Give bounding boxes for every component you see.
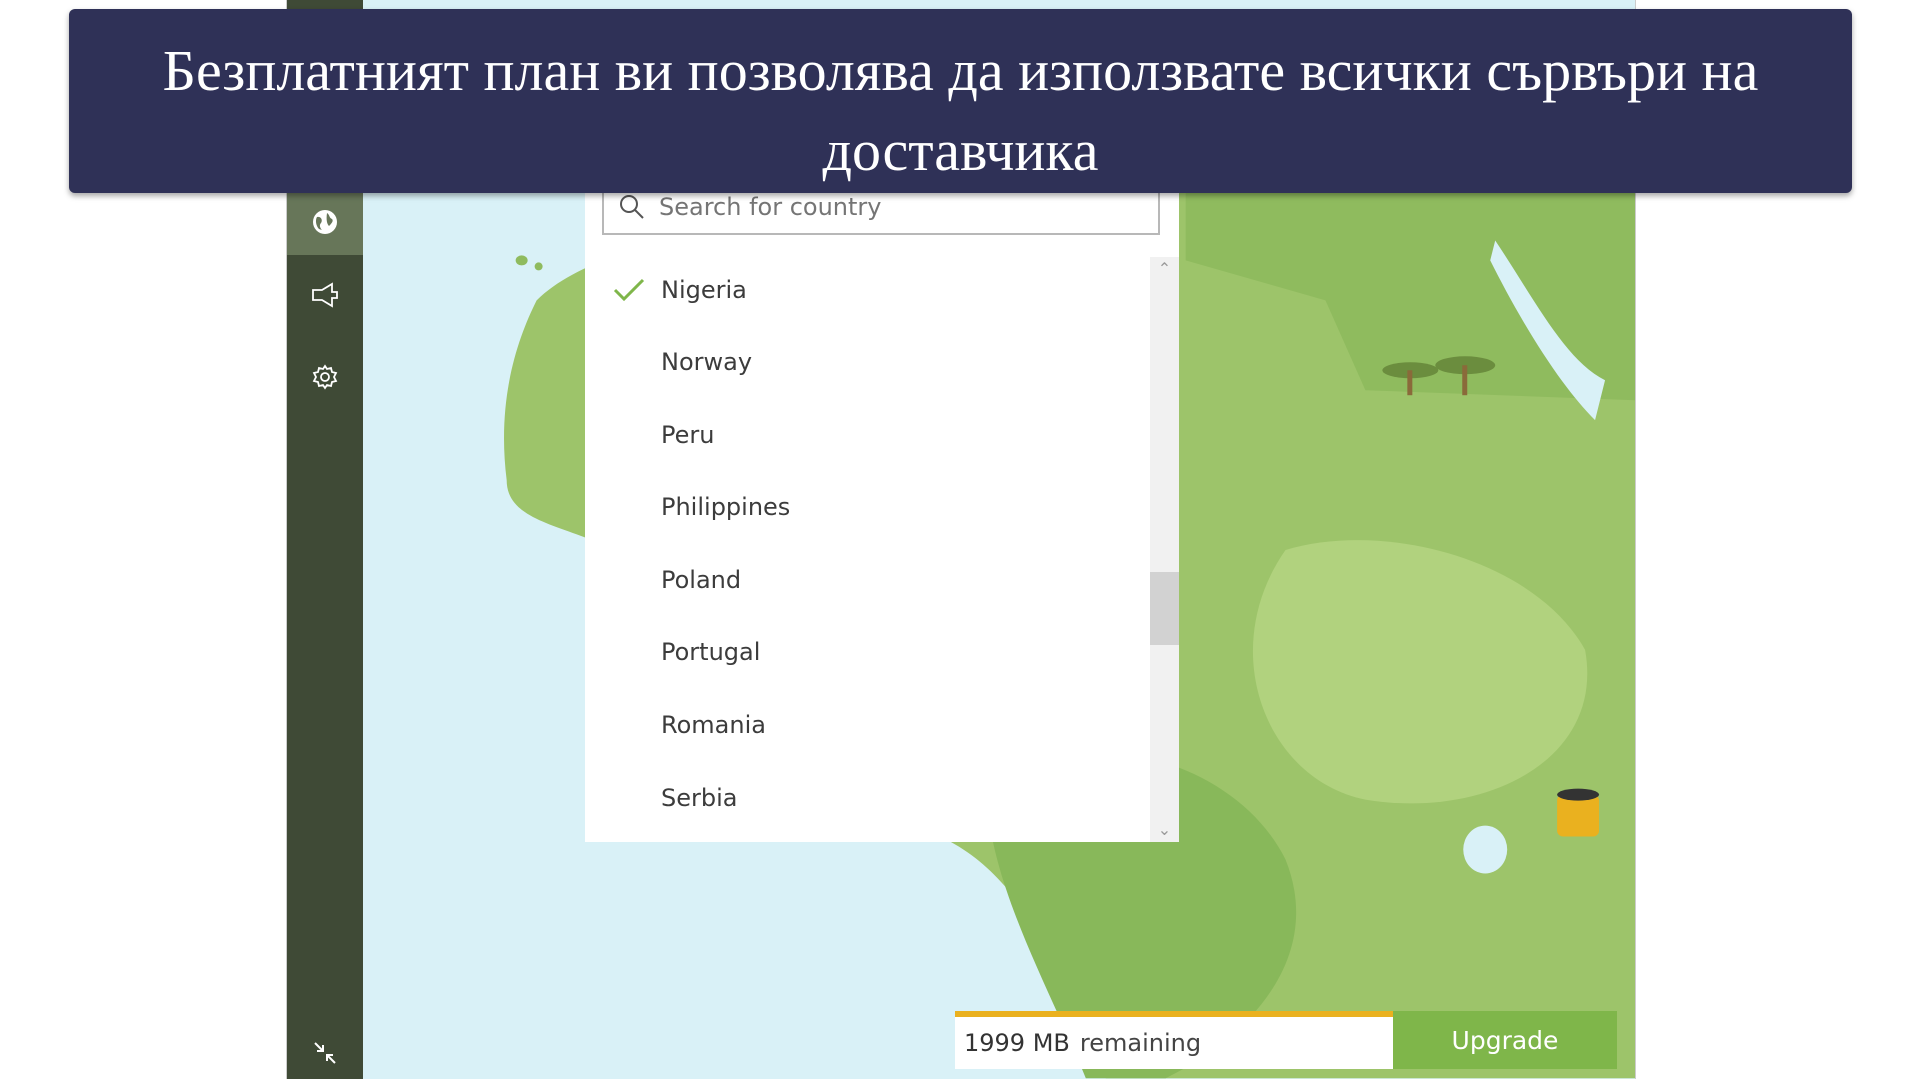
country-item[interactable]: Peru [585, 402, 1150, 468]
upgrade-button[interactable]: Upgrade [1393, 1011, 1617, 1069]
country-label: Portugal [661, 638, 761, 666]
country-label: Romania [661, 711, 766, 739]
country-label: Philippines [661, 493, 791, 521]
search-icon [620, 194, 644, 219]
country-dropdown: Nigeria Norway Peru Philippines Poland P… [585, 150, 1179, 842]
country-label: Poland [661, 566, 742, 594]
search-input[interactable] [659, 192, 1139, 221]
data-remaining-bar: 1999 MB remaining [955, 1011, 1393, 1069]
collapse-icon [314, 1042, 336, 1064]
country-item[interactable]: Poland [585, 547, 1150, 613]
country-item[interactable]: Portugal [585, 619, 1150, 685]
country-item-nigeria[interactable]: Nigeria [585, 257, 1150, 323]
country-label: Norway [661, 348, 753, 376]
scroll-down-icon[interactable]: ⌄ [1150, 820, 1179, 840]
country-item[interactable]: Philippines [585, 474, 1150, 540]
country-item[interactable]: Serbia [585, 765, 1150, 831]
scroll-up-icon[interactable]: ⌃ [1150, 259, 1179, 279]
country-item[interactable]: Romania [585, 692, 1150, 758]
share-icon [312, 282, 338, 308]
sidebar-item-map[interactable] [287, 189, 363, 255]
data-remaining-label: remaining [1079, 1029, 1202, 1057]
data-amount: 1999 MB [964, 1029, 1070, 1057]
check-icon [613, 278, 645, 302]
bucket-icon [1557, 788, 1600, 837]
country-label: Serbia [661, 784, 738, 812]
gear-icon [312, 364, 338, 390]
scrollbar[interactable]: ⌃ ⌄ [1150, 257, 1179, 842]
scrollbar-thumb[interactable] [1150, 572, 1179, 645]
caption-banner: Безплатният план ви позволява да използв… [69, 9, 1852, 193]
country-label: Peru [661, 421, 715, 449]
collapse-button[interactable] [287, 1020, 363, 1079]
globe-icon [313, 210, 337, 234]
country-label: Nigeria [661, 276, 747, 304]
sidebar-item-settings[interactable] [287, 344, 363, 410]
country-item[interactable]: Norway [585, 329, 1150, 395]
sidebar-item-share[interactable] [287, 262, 363, 328]
